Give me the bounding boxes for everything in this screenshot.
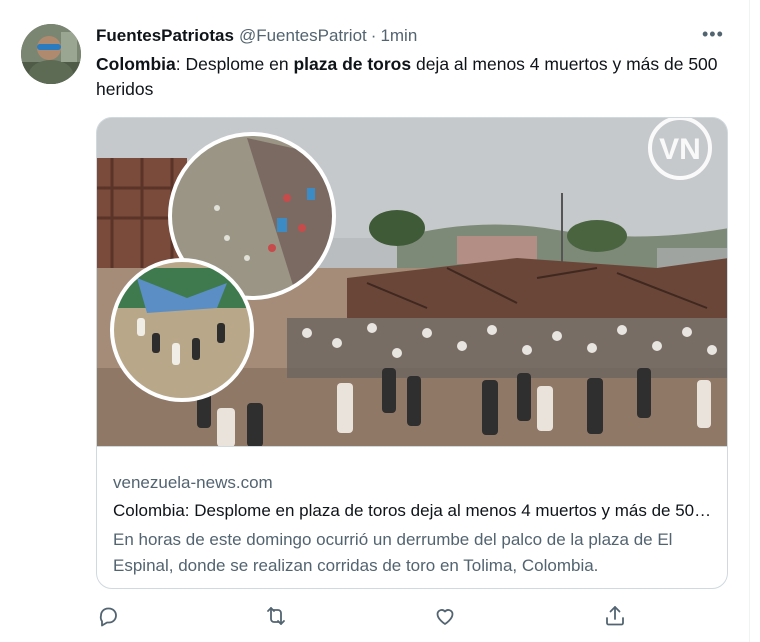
svg-text:VN: VN — [659, 133, 701, 166]
separator: · — [370, 26, 377, 45]
like-icon[interactable] — [433, 604, 459, 630]
retweet-icon[interactable] — [264, 604, 290, 630]
card-domain: venezuela-news.com — [113, 473, 273, 492]
author-name[interactable]: FuentesPatriotas — [96, 26, 234, 46]
tweet-text-segment: : Desplome en — [175, 54, 294, 74]
tweet[interactable]: FuentesPatriotas @FuentesPatriot · 1min … — [0, 0, 750, 642]
reply-icon[interactable] — [96, 604, 122, 630]
tweet-text-bold-country: Colombia — [96, 54, 176, 74]
more-options-icon[interactable]: ••• — [702, 24, 724, 45]
timestamp[interactable]: 1min — [380, 26, 417, 46]
tweet-header: FuentesPatriotas @FuentesPatriot · 1min — [96, 26, 417, 46]
author-handle[interactable]: @FuentesPatriot — [239, 26, 367, 46]
tweet-text: Colombia: Desplome en plaza de toros dej… — [96, 52, 736, 102]
link-card[interactable]: VN venezuela-news.com Colombia: Desplome… — [96, 117, 728, 589]
card-image: VN — [97, 118, 727, 447]
avatar[interactable] — [21, 24, 81, 84]
share-icon[interactable] — [603, 604, 629, 630]
tweet-text-bold-place: plaza de toros — [293, 54, 412, 74]
card-description: En horas de este domingo ocurrió un derr… — [113, 530, 673, 575]
tweet-actions — [96, 604, 656, 632]
card-title: Colombia: Desplome en plaza de toros dej… — [113, 501, 717, 520]
